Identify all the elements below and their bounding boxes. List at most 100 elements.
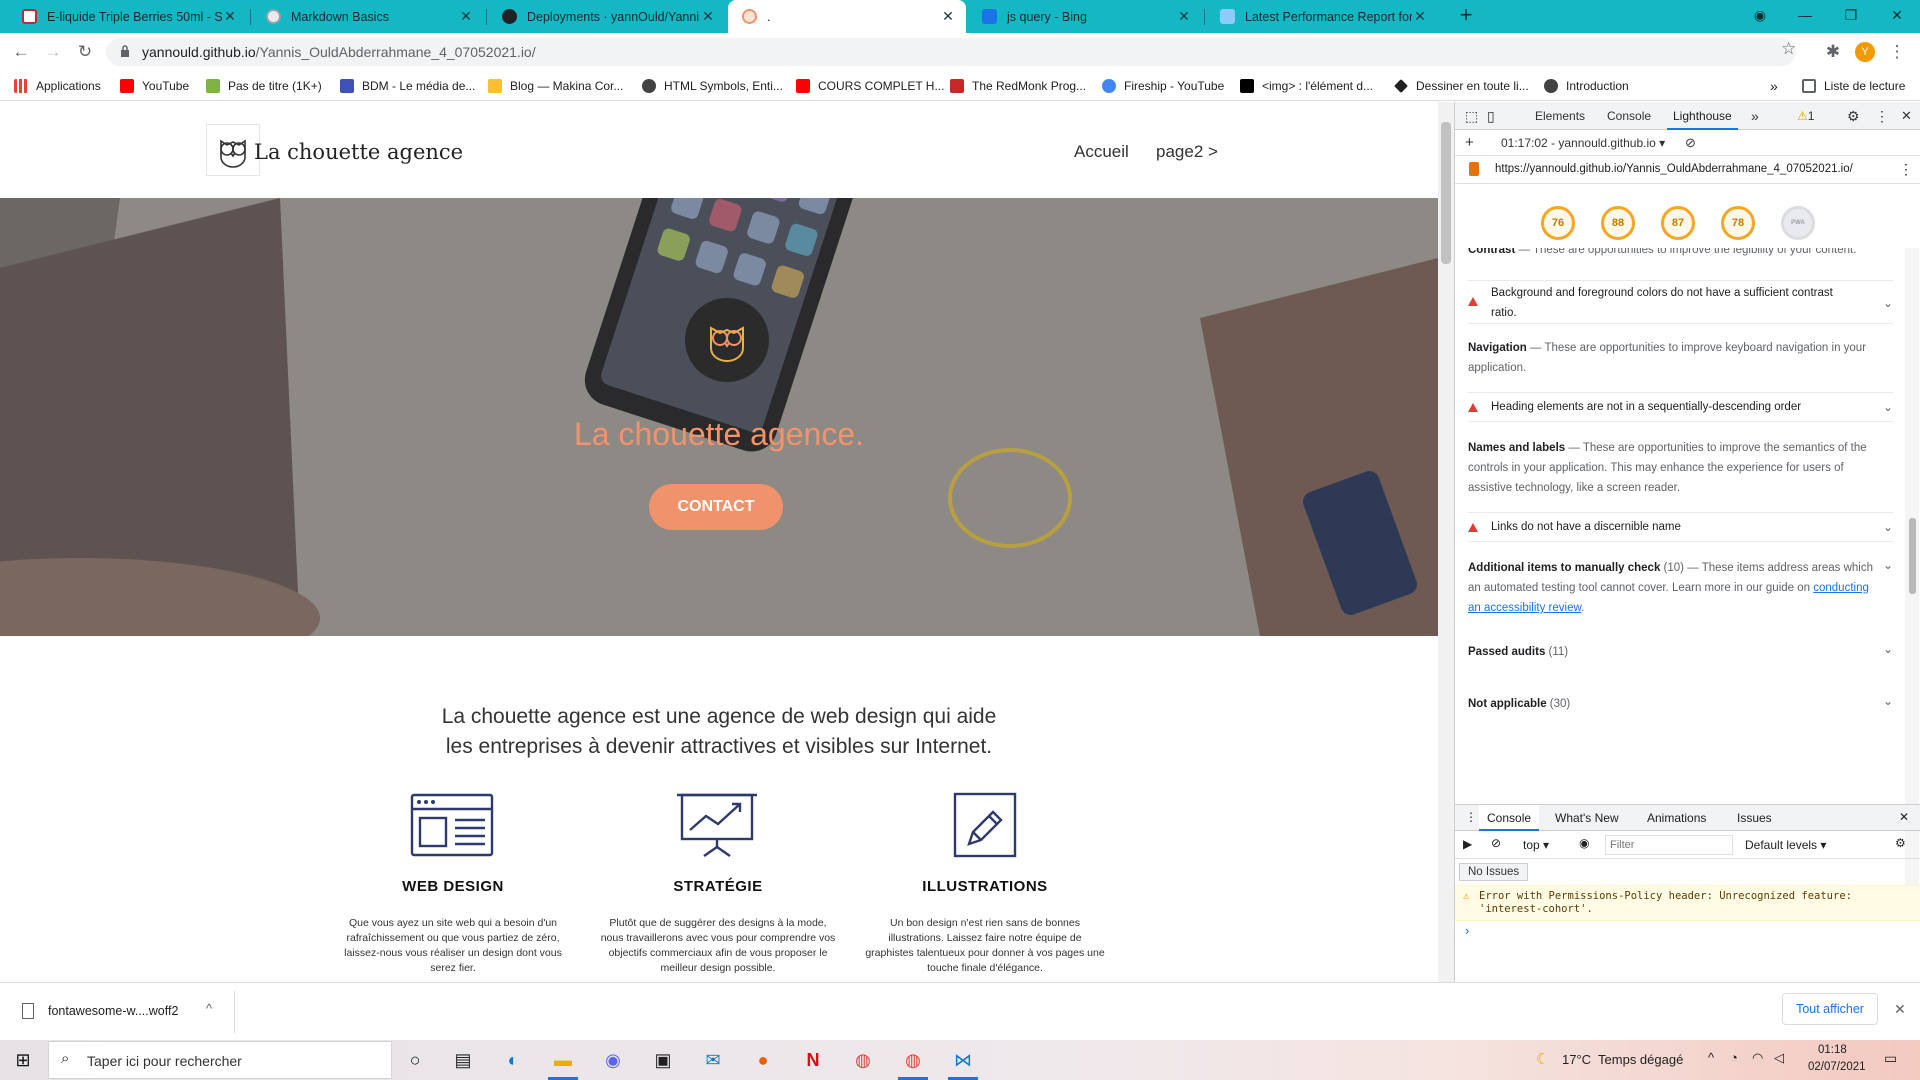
clock-time[interactable]: 01:18 bbox=[1818, 1044, 1847, 1056]
report-selector[interactable]: 01:17:02 - yannould.github.io ▾ bbox=[1501, 136, 1665, 150]
bookmark-dessiner[interactable]: Dessiner en toute li... bbox=[1394, 77, 1529, 95]
clear-reports-icon[interactable]: ⊘ bbox=[1685, 135, 1696, 151]
close-tab-icon[interactable]: ✕ bbox=[1412, 8, 1428, 25]
file-explorer-icon[interactable]: ▬ bbox=[548, 1046, 578, 1074]
audit-link-name[interactable]: Links do not have a discernible name ⌄ bbox=[1468, 512, 1893, 542]
bookmark-bdm[interactable]: BDM - Le média de... bbox=[340, 77, 475, 95]
chevron-down-icon[interactable]: ⌄ bbox=[1883, 558, 1893, 572]
devtools-scrollbar[interactable] bbox=[1905, 248, 1919, 888]
log-levels-dropdown[interactable]: Default levels ▾ bbox=[1745, 838, 1826, 852]
windows-start-icon[interactable]: ⊞ bbox=[8, 1046, 38, 1074]
chevron-down-icon[interactable]: ⌄ bbox=[1883, 642, 1893, 656]
chevron-up-icon[interactable]: ^ bbox=[206, 1001, 212, 1016]
audit-group-manual[interactable]: Additional items to manually check (10) … bbox=[1468, 558, 1878, 618]
score-gauge-accessibility[interactable]: 88 bbox=[1601, 206, 1635, 240]
score-gauge-best-practices[interactable]: 87 bbox=[1661, 206, 1695, 240]
drawer-tab-whats-new[interactable]: What's New bbox=[1555, 811, 1619, 825]
no-issues-badge[interactable]: No Issues bbox=[1459, 863, 1529, 881]
owl-logo-icon[interactable] bbox=[206, 124, 260, 176]
inspect-element-icon[interactable]: ⬚ bbox=[1465, 102, 1478, 130]
bookmark-html-symbols[interactable]: HTML Symbols, Enti... bbox=[642, 77, 783, 95]
chevron-down-icon[interactable]: ⌄ bbox=[1883, 397, 1893, 417]
browser-tab[interactable]: Markdown Basics ✕ bbox=[252, 0, 484, 33]
page-scrollbar[interactable] bbox=[1438, 102, 1454, 982]
new-report-icon[interactable]: + bbox=[1465, 134, 1474, 151]
bookmark-cours-complet[interactable]: COURS COMPLET H... bbox=[796, 77, 944, 95]
vscode-icon[interactable]: ⋈ bbox=[948, 1046, 978, 1074]
chevron-down-icon[interactable]: ⌄ bbox=[1883, 293, 1893, 313]
chevron-down-icon[interactable]: ⌄ bbox=[1883, 517, 1893, 537]
download-file-name[interactable]: fontawesome-w....woff2 bbox=[48, 1004, 178, 1018]
warning-count-badge[interactable]: ⚠1 bbox=[1793, 102, 1818, 130]
browser-tab[interactable]: js query - Bing ✕ bbox=[968, 0, 1202, 33]
contact-button[interactable]: CONTACT bbox=[649, 484, 783, 530]
bookmark-pas-de-titre[interactable]: Pas de titre (1K+) bbox=[206, 77, 322, 95]
chrome-profile-icon[interactable]: ◍ bbox=[898, 1046, 928, 1074]
close-tab-icon[interactable]: ✕ bbox=[700, 8, 716, 25]
tray-chevron-icon[interactable]: ^ bbox=[1708, 1050, 1714, 1065]
context-selector[interactable]: top ▾ bbox=[1523, 838, 1549, 852]
bookmark-applications[interactable]: Applications bbox=[14, 77, 101, 95]
netflix-icon[interactable]: N bbox=[798, 1046, 828, 1074]
scrollbar-thumb[interactable] bbox=[1909, 518, 1916, 594]
store-icon[interactable]: ▣ bbox=[648, 1046, 678, 1074]
chevron-down-icon[interactable]: ⌄ bbox=[1883, 694, 1893, 708]
browser-tab[interactable]: E-liquide Triple Berries 50ml - So ✕ bbox=[8, 0, 248, 33]
tab-elements[interactable]: Elements bbox=[1535, 102, 1585, 130]
score-gauge-performance[interactable]: 76 bbox=[1541, 206, 1575, 240]
taskbar-search-box[interactable]: ⌕ Taper ici pour rechercher bbox=[48, 1041, 392, 1079]
weather-text[interactable]: 17°C Temps dégagé bbox=[1562, 1052, 1683, 1067]
chrome-icon[interactable]: ◍ bbox=[848, 1046, 878, 1074]
extensions-icon[interactable]: ✱ bbox=[1820, 39, 1846, 65]
report-menu-icon[interactable]: ⋮ bbox=[1899, 161, 1913, 178]
close-tab-icon[interactable]: ✕ bbox=[940, 8, 956, 25]
close-tab-icon[interactable]: ✕ bbox=[458, 8, 474, 25]
firefox-icon[interactable]: ● bbox=[748, 1046, 778, 1074]
console-prompt[interactable]: › bbox=[1465, 923, 1469, 938]
drawer-tab-issues[interactable]: Issues bbox=[1737, 811, 1772, 825]
profile-avatar[interactable]: Y bbox=[1855, 42, 1875, 62]
menu-kebab-icon[interactable]: ⋮ bbox=[1884, 39, 1910, 65]
bookmark-fireship[interactable]: Fireship - YouTube bbox=[1102, 77, 1224, 95]
devtools-menu-icon[interactable]: ⋮ bbox=[1875, 102, 1889, 130]
audit-group-passed[interactable]: Passed audits (11) bbox=[1468, 642, 1878, 662]
scrollbar-thumb[interactable] bbox=[1441, 122, 1451, 264]
discord-icon[interactable]: ◉ bbox=[598, 1046, 628, 1074]
browser-tab[interactable]: Latest Performance Report for: ht ✕ bbox=[1206, 0, 1438, 33]
score-gauge-pwa[interactable]: PWA bbox=[1781, 206, 1815, 240]
task-view-icon[interactable]: ▤ bbox=[448, 1046, 478, 1074]
show-all-button[interactable]: Tout afficher bbox=[1782, 993, 1878, 1025]
audit-group-not-applicable[interactable]: Not applicable (30) bbox=[1468, 694, 1878, 714]
audit-heading-order[interactable]: Heading elements are not in a sequential… bbox=[1468, 392, 1893, 422]
console-settings-icon[interactable]: ⚙ bbox=[1895, 836, 1906, 850]
bookmark-introduction[interactable]: Introduction bbox=[1544, 77, 1629, 95]
clock-date[interactable]: 02/07/2021 bbox=[1808, 1061, 1866, 1073]
console-filter-input[interactable] bbox=[1605, 835, 1733, 855]
close-tab-icon[interactable]: ✕ bbox=[1176, 8, 1192, 25]
bookmarks-overflow-icon[interactable]: » bbox=[1770, 77, 1778, 95]
browser-tab-active[interactable]: . ✕ bbox=[728, 0, 966, 33]
nav-link-page2[interactable]: page2 > bbox=[1156, 142, 1218, 162]
maximize-button[interactable]: ❐ bbox=[1828, 0, 1874, 30]
tab-console[interactable]: Console bbox=[1607, 102, 1651, 130]
tab-search-icon[interactable]: ◉ bbox=[1738, 0, 1782, 30]
tab-lighthouse[interactable]: Lighthouse bbox=[1667, 102, 1738, 130]
edge-icon[interactable]: ◐ bbox=[498, 1046, 528, 1074]
reload-button[interactable]: ↻ bbox=[72, 39, 98, 65]
report-url[interactable]: https://yannould.github.io/Yannis_OuldAb… bbox=[1495, 163, 1853, 175]
close-tab-icon[interactable]: ✕ bbox=[222, 8, 238, 25]
minimize-button[interactable]: — bbox=[1782, 0, 1828, 30]
nav-link-accueil[interactable]: Accueil bbox=[1074, 142, 1129, 162]
network-icon[interactable]: ◔ bbox=[1730, 1050, 1738, 1065]
cortana-icon[interactable]: ○ bbox=[400, 1046, 430, 1074]
close-download-bar-icon[interactable]: ✕ bbox=[1894, 1001, 1906, 1018]
clear-console-icon[interactable]: ⊘ bbox=[1491, 836, 1501, 850]
site-logo-text[interactable]: La chouette agence bbox=[254, 140, 463, 164]
reading-list-button[interactable]: Liste de lecture bbox=[1802, 77, 1905, 95]
eye-icon[interactable]: ◉ bbox=[1579, 836, 1589, 850]
bookmark-star-icon[interactable]: ☆ bbox=[1781, 39, 1796, 59]
close-window-button[interactable]: ✕ bbox=[1874, 0, 1920, 30]
bookmark-img-element[interactable]: <img> : l'élément d... bbox=[1240, 77, 1373, 95]
drawer-tab-animations[interactable]: Animations bbox=[1647, 811, 1706, 825]
close-devtools-icon[interactable]: ✕ bbox=[1901, 102, 1912, 130]
